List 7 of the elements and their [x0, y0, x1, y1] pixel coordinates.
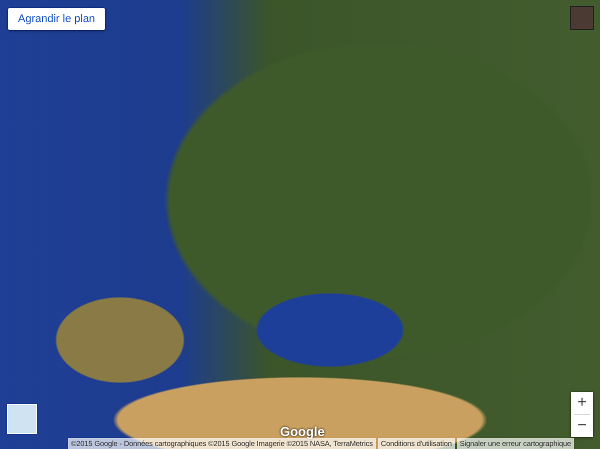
map-type-thumbnail[interactable] [7, 404, 37, 434]
map-logo: Google [280, 424, 325, 439]
expand-map-button[interactable]: Agrandir le plan [8, 8, 106, 30]
zoom-out-button[interactable]: − [571, 415, 593, 437]
satellite-map[interactable] [0, 0, 600, 449]
zoom-in-button[interactable]: + [571, 392, 593, 414]
avatar[interactable] [570, 6, 594, 30]
